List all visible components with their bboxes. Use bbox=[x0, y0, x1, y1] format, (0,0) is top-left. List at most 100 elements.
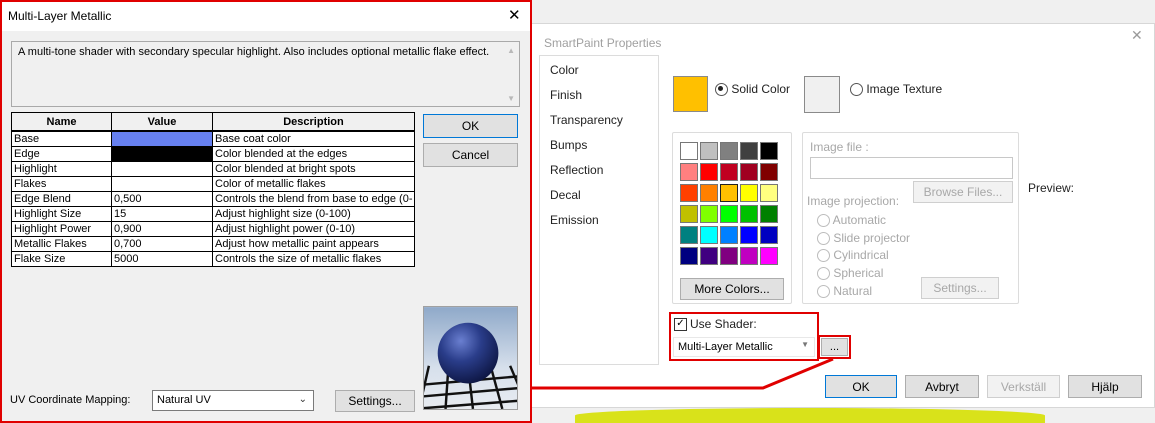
param-description: Color blended at the edges bbox=[212, 146, 415, 162]
scroll-up-icon[interactable]: ▲ bbox=[507, 46, 515, 55]
smartpaint-cancel-button[interactable]: Avbryt bbox=[905, 375, 979, 398]
table-row[interactable]: Edge Color blended at the edges bbox=[11, 146, 415, 162]
more-colors-button[interactable]: More Colors... bbox=[680, 278, 784, 300]
use-shader-label: Use Shader: bbox=[690, 317, 757, 331]
table-row[interactable]: Base Base coat color bbox=[11, 130, 415, 147]
browse-files-button[interactable]: Browse Files... bbox=[913, 181, 1013, 203]
uv-settings-button[interactable]: Settings... bbox=[335, 390, 415, 412]
smartpaint-help-button[interactable]: Hjälp bbox=[1068, 375, 1142, 398]
solid-color-radio[interactable] bbox=[715, 83, 728, 97]
palette-swatch[interactable] bbox=[740, 247, 758, 265]
table-row[interactable]: Metallic Flakes 0,700 Adjust how metallic … bbox=[11, 236, 415, 252]
nav-bumps[interactable]: Bumps bbox=[550, 138, 587, 152]
shader-select-value: Multi-Layer Metallic bbox=[678, 341, 773, 353]
palette-swatch[interactable] bbox=[720, 163, 738, 181]
projection-spherical[interactable]: Spherical bbox=[817, 266, 883, 281]
shader-dialog-close-icon[interactable]: ✕ bbox=[508, 6, 521, 24]
param-value[interactable]: 0,900 bbox=[111, 221, 213, 237]
image-texture-label: Image Texture bbox=[866, 82, 943, 96]
palette-swatch[interactable] bbox=[680, 184, 698, 202]
palette-swatch[interactable] bbox=[740, 226, 758, 244]
param-color-value[interactable] bbox=[111, 146, 213, 162]
shader-cancel-button[interactable]: Cancel bbox=[423, 143, 518, 167]
palette-swatch[interactable] bbox=[740, 205, 758, 223]
param-color-value[interactable] bbox=[111, 161, 213, 177]
palette-swatch[interactable] bbox=[760, 163, 778, 181]
palette-swatch[interactable] bbox=[700, 163, 718, 181]
nav-color[interactable]: Color bbox=[550, 63, 579, 77]
palette-swatch[interactable] bbox=[720, 184, 738, 202]
uv-mapping-select[interactable]: Natural UV ⌄ bbox=[152, 390, 314, 411]
table-row[interactable]: Flake Size 5000 Controls the size of metal… bbox=[11, 251, 415, 267]
palette-swatch[interactable] bbox=[680, 226, 698, 244]
palette-swatch[interactable] bbox=[700, 184, 718, 202]
palette-swatch[interactable] bbox=[720, 247, 738, 265]
image-file-input[interactable] bbox=[810, 157, 1013, 179]
image-texture-swatch[interactable] bbox=[804, 76, 840, 113]
nav-finish[interactable]: Finish bbox=[550, 88, 582, 102]
param-name: Highlight bbox=[11, 161, 112, 177]
checkbox-checked-icon[interactable]: ✓ bbox=[674, 317, 687, 331]
palette-swatch[interactable] bbox=[680, 205, 698, 223]
palette-swatch[interactable] bbox=[700, 205, 718, 223]
palette-swatch[interactable] bbox=[700, 226, 718, 244]
image-texture-radio[interactable] bbox=[850, 83, 863, 97]
nav-transparency[interactable]: Transparency bbox=[550, 113, 623, 127]
table-row[interactable]: Highlight Size 15 Adjust highlight size (0… bbox=[11, 206, 415, 222]
projection-cylindrical[interactable]: Cylindrical bbox=[817, 248, 889, 263]
nav-emission[interactable]: Emission bbox=[550, 213, 599, 227]
parameter-table: Name Value Description Base Base coat col… bbox=[11, 112, 415, 267]
nav-decal[interactable]: Decal bbox=[550, 188, 581, 202]
param-color-value[interactable] bbox=[111, 176, 213, 192]
description-box: A multi-tone shader with secondary specu… bbox=[11, 41, 520, 107]
palette-swatch[interactable] bbox=[760, 226, 778, 244]
smartpaint-ok-button[interactable]: OK bbox=[825, 375, 897, 398]
palette-swatch[interactable] bbox=[720, 142, 738, 160]
palette-swatch[interactable] bbox=[740, 142, 758, 160]
solid-color-option[interactable]: Solid Color bbox=[715, 82, 790, 97]
palette-swatch[interactable] bbox=[680, 163, 698, 181]
palette-swatch[interactable] bbox=[680, 142, 698, 160]
use-shader-option[interactable]: ✓ Use Shader: bbox=[674, 317, 757, 331]
param-description: Controls the size of metallic flakes bbox=[212, 251, 415, 267]
preview-label: Preview: bbox=[1028, 181, 1075, 195]
table-row[interactable]: Edge Blend 0,500 Controls the blend from b… bbox=[11, 191, 415, 207]
palette-swatch[interactable] bbox=[760, 142, 778, 160]
param-description: Base coat color bbox=[212, 130, 415, 147]
param-value[interactable]: 0,500 bbox=[111, 191, 213, 207]
param-color-value[interactable] bbox=[111, 130, 213, 147]
param-description: Color blended at bright spots bbox=[212, 161, 415, 177]
shader-select[interactable]: Multi-Layer Metallic ▼ bbox=[673, 337, 815, 357]
dropdown-arrow-icon: ▼ bbox=[801, 340, 809, 349]
projection-slide[interactable]: Slide projector bbox=[817, 231, 910, 246]
palette-swatch[interactable] bbox=[760, 205, 778, 223]
image-texture-option[interactable]: Image Texture bbox=[850, 82, 943, 97]
param-value[interactable]: 0,700 bbox=[111, 236, 213, 252]
table-row[interactable]: Flakes Color of metallic flakes bbox=[11, 176, 415, 192]
projection-settings-button[interactable]: Settings... bbox=[921, 277, 999, 299]
solid-color-swatch[interactable] bbox=[673, 76, 708, 112]
palette-swatch[interactable] bbox=[720, 226, 738, 244]
table-row[interactable]: Highlight Power 0,900 Adjust highlight pow… bbox=[11, 221, 415, 237]
palette-swatch[interactable] bbox=[680, 247, 698, 265]
param-name: Flakes bbox=[11, 176, 112, 192]
shader-ok-button[interactable]: OK bbox=[423, 114, 518, 138]
table-row[interactable]: Highlight Color blended at bright spots bbox=[11, 161, 415, 177]
smartpaint-close-icon[interactable]: ✕ bbox=[1131, 27, 1143, 44]
description-text: A multi-tone shader with secondary specu… bbox=[18, 46, 490, 58]
palette-swatch[interactable] bbox=[760, 184, 778, 202]
palette-swatch[interactable] bbox=[740, 184, 758, 202]
palette-swatch[interactable] bbox=[700, 142, 718, 160]
smartpaint-apply-button[interactable]: Verkställ bbox=[987, 375, 1060, 398]
projection-natural[interactable]: Natural bbox=[817, 284, 872, 299]
palette-swatch[interactable] bbox=[720, 205, 738, 223]
palette-swatch[interactable] bbox=[700, 247, 718, 265]
palette-swatch[interactable] bbox=[760, 247, 778, 265]
scroll-down-icon[interactable]: ▼ bbox=[507, 94, 515, 103]
projection-automatic[interactable]: Automatic bbox=[817, 213, 886, 228]
shader-settings-button[interactable]: ... bbox=[821, 338, 848, 356]
palette-swatch[interactable] bbox=[740, 163, 758, 181]
param-value[interactable]: 5000 bbox=[111, 251, 213, 267]
param-value[interactable]: 15 bbox=[111, 206, 213, 222]
nav-reflection[interactable]: Reflection bbox=[550, 163, 603, 177]
